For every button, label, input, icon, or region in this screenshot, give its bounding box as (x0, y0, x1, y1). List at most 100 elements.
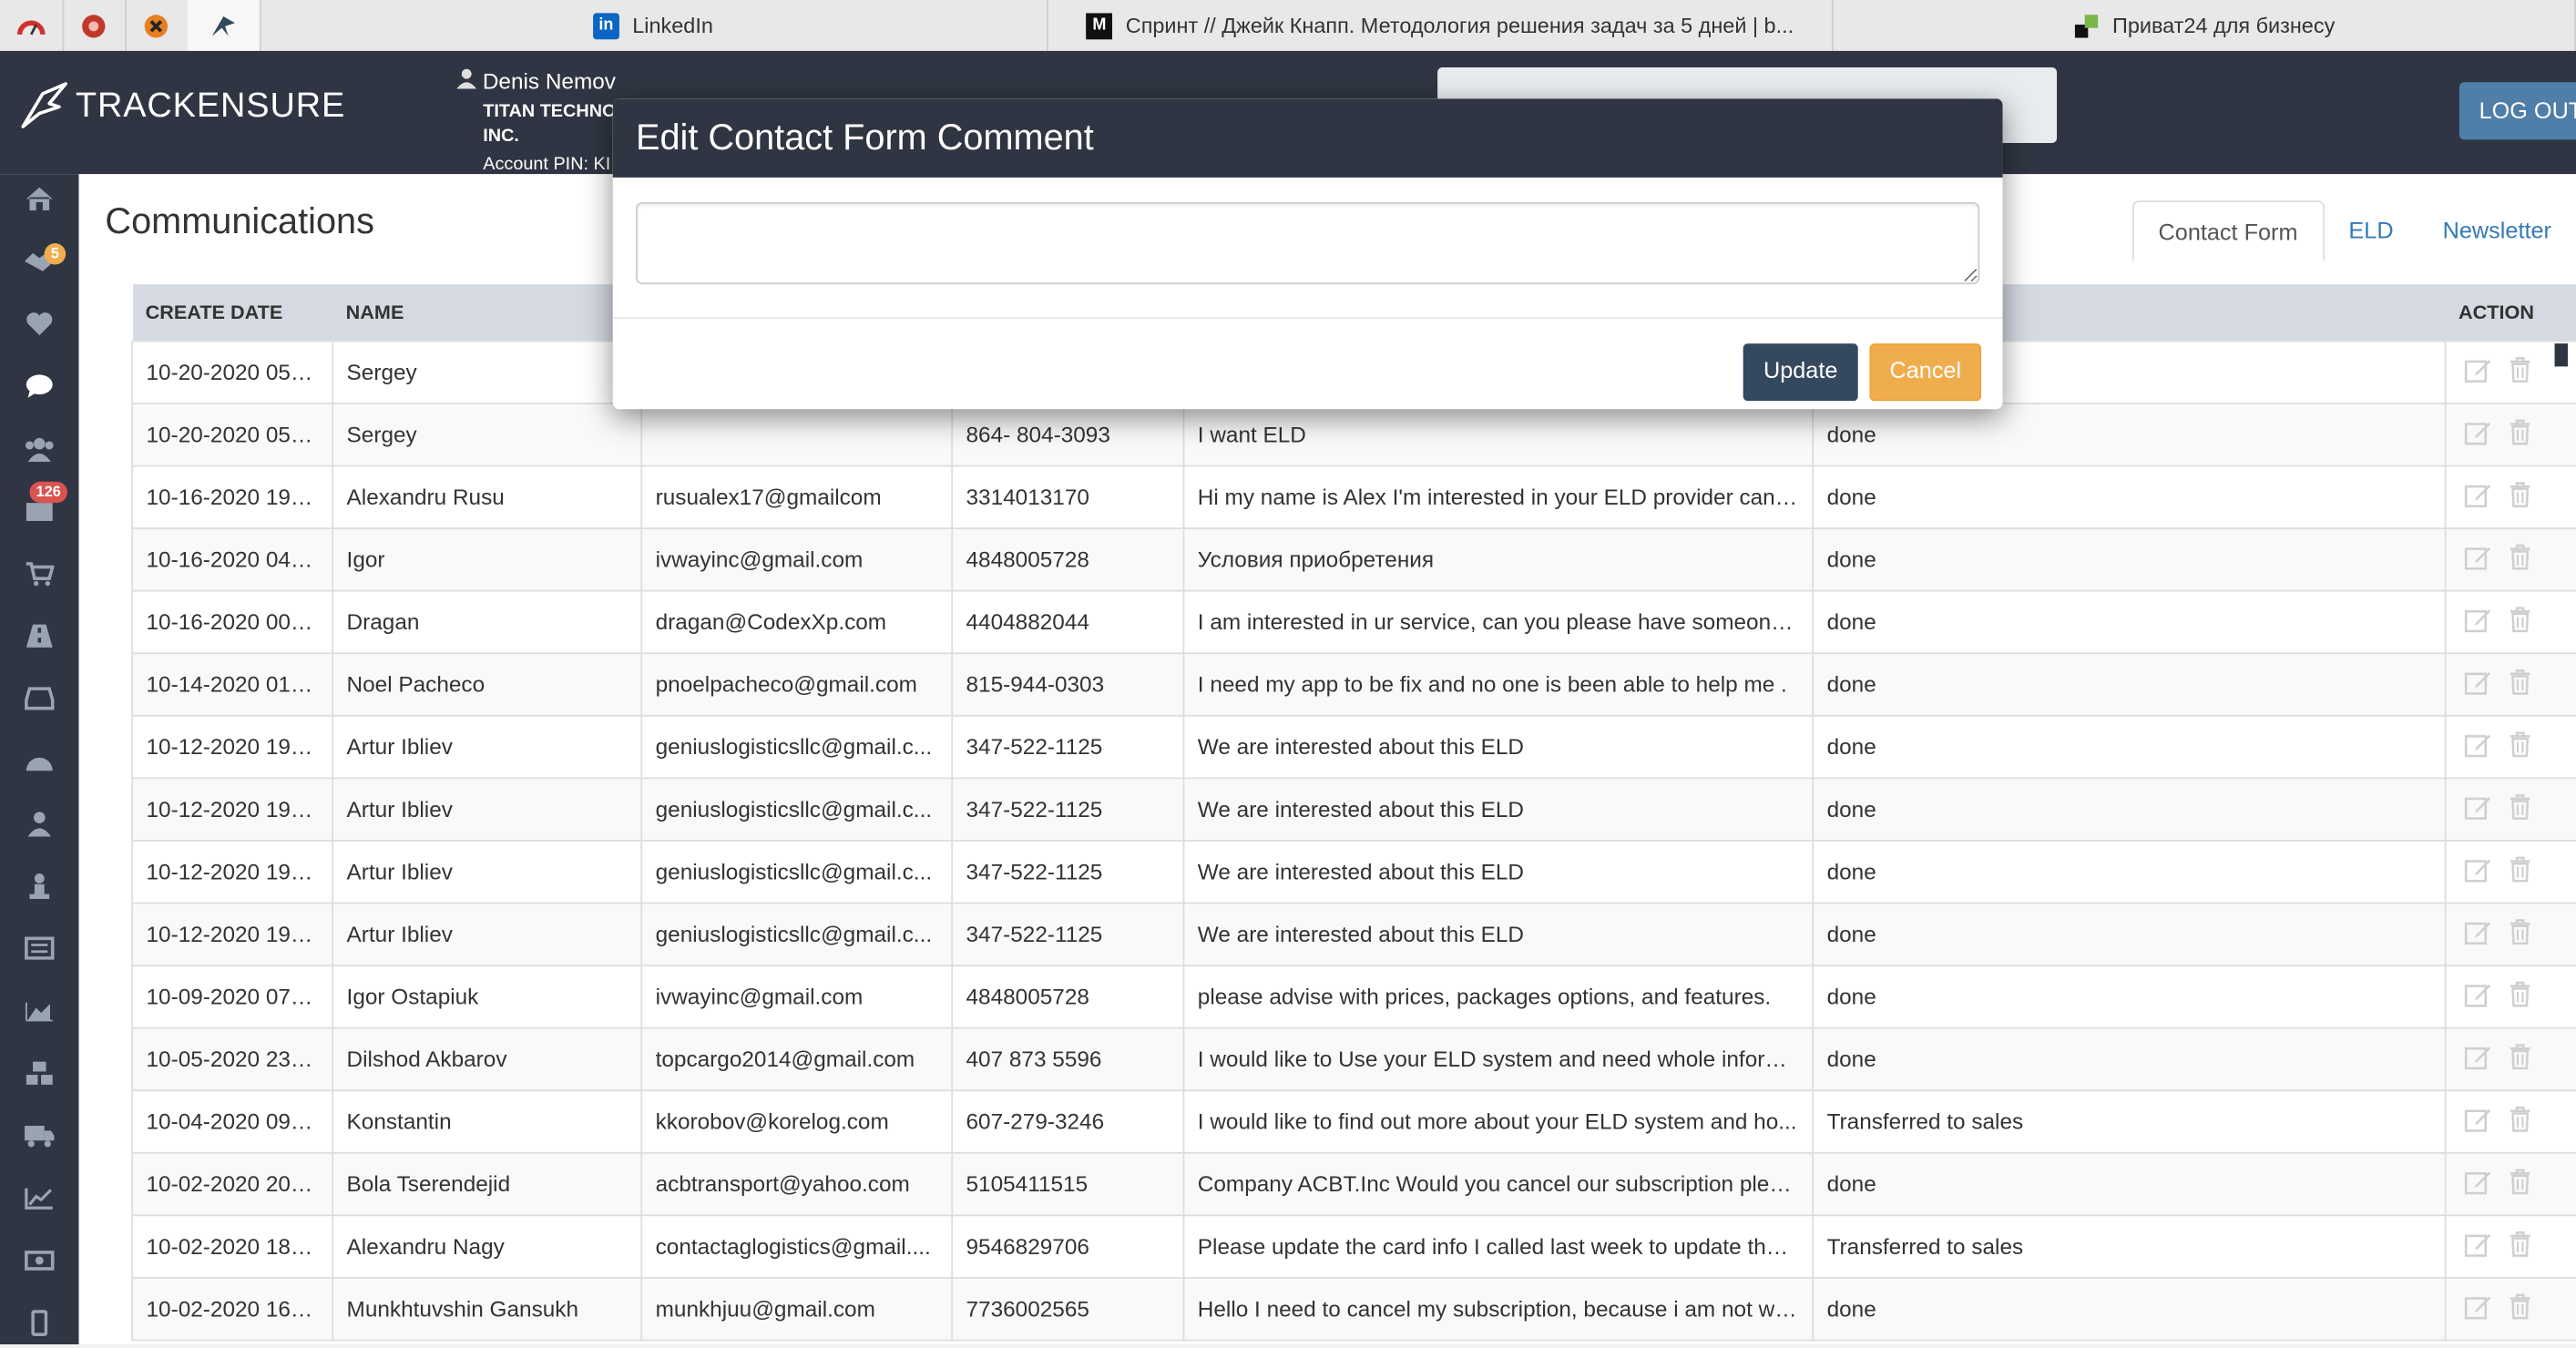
edit-icon[interactable] (2464, 981, 2492, 1012)
row-name: Igor Ostapiuk (332, 965, 643, 1029)
table-row[interactable]: 10-16-2020 00:18 Dragan dragan@CodexXp.com… (131, 589, 2576, 655)
tab-sprint[interactable]: M Спринт // Джейк Кнапп. Методология реш… (1048, 0, 1834, 51)
table-row[interactable]: 10-02-2020 16:07 Munkhtuvshin Gansukh munk… (131, 1277, 2576, 1342)
sidebar-item-reports[interactable] (0, 986, 79, 1036)
pinned-tab-red[interactable] (63, 0, 127, 51)
row-create-date: 10-16-2020 04:14 (131, 527, 334, 592)
col-header-create-date[interactable]: CREATE DATE (132, 284, 333, 342)
messages-badge: 126 (29, 481, 68, 504)
table-row[interactable]: 10-12-2020 19:20 Artur Ibliev geniuslogist… (131, 777, 2576, 842)
row-status: done (1812, 403, 2447, 467)
row-email: geniuslogisticsllc@gmail.c... (640, 902, 954, 966)
edit-icon[interactable] (2464, 1231, 2492, 1261)
sidebar-item-drive[interactable] (0, 674, 79, 723)
sidebar-item-health[interactable] (0, 299, 79, 348)
table-row[interactable]: 10-12-2020 19:20 Artur Ibliev geniuslogist… (131, 840, 2576, 904)
inbox-icon (26, 503, 53, 521)
sidebar-item-trucks[interactable] (0, 1111, 79, 1160)
tab-contact-form[interactable]: Contact Form (2131, 200, 2325, 261)
comments-icon (26, 374, 53, 398)
row-phone: 3314013170 (951, 465, 1185, 530)
sidebar-item-driver[interactable] (0, 862, 79, 911)
sidebar-item-analytics[interactable] (0, 1173, 79, 1222)
tab-privat24[interactable]: Приват24 для бизнесу (1834, 0, 2576, 51)
sidebar-item-messages[interactable]: 126 (0, 481, 79, 536)
sidebar-item-communications[interactable] (0, 362, 79, 411)
edit-icon[interactable] (2464, 1169, 2492, 1200)
sidebar-item-cart[interactable] (0, 549, 79, 598)
comment-textarea[interactable] (635, 201, 1980, 285)
pinned-tab-trackensure[interactable] (187, 0, 261, 51)
trash-icon[interactable] (2509, 419, 2531, 450)
edit-icon[interactable] (2464, 1106, 2492, 1137)
row-actions (2444, 714, 2576, 780)
trash-icon[interactable] (2509, 1106, 2531, 1137)
sidebar-item-partners[interactable]: 5 (0, 237, 79, 286)
edit-icon[interactable] (2464, 1293, 2492, 1324)
sidebar-item-road[interactable] (0, 611, 79, 660)
trash-icon[interactable] (2509, 544, 2531, 575)
edit-icon[interactable] (2464, 794, 2492, 825)
medium-icon: M (1086, 12, 1113, 39)
edit-icon[interactable] (2464, 856, 2492, 887)
table-row[interactable]: 10-05-2020 23:12 Dilshod Akbarov topcargo2… (131, 1026, 2576, 1092)
edit-icon[interactable] (2464, 731, 2492, 762)
row-actions (2444, 1151, 2576, 1217)
table-row[interactable]: 10-16-2020 04:14 Igor ivwayinc@gmail.com 48… (131, 527, 2576, 592)
trash-icon[interactable] (2509, 482, 2531, 513)
edit-icon[interactable] (2464, 544, 2492, 575)
pinned-tab-orange[interactable] (125, 0, 189, 51)
trash-icon[interactable] (2509, 856, 2531, 887)
trash-icon[interactable] (2509, 669, 2531, 700)
table-row[interactable]: 10-02-2020 20:13 Bola Tserendejid acbtrans… (131, 1151, 2576, 1217)
edit-icon[interactable] (2464, 419, 2492, 450)
trash-icon[interactable] (2509, 731, 2531, 762)
sidebar-item-users[interactable] (0, 424, 79, 474)
edit-icon[interactable] (2464, 357, 2492, 388)
table-row[interactable]: 10-02-2020 18:12 Alexandru Nagy contactagl… (131, 1214, 2576, 1279)
trash-icon[interactable] (2509, 1231, 2531, 1261)
trash-icon[interactable] (2509, 1044, 2531, 1075)
trash-icon[interactable] (2509, 794, 2531, 825)
trash-icon[interactable] (2509, 919, 2531, 950)
logout-button[interactable]: LOG OUT (2458, 82, 2576, 140)
table-row[interactable]: 10-14-2020 01:58 Noel Pacheco pnoelpacheco… (131, 652, 2576, 717)
row-create-date: 10-12-2020 19:20 (131, 902, 334, 966)
trash-icon[interactable] (2509, 357, 2531, 388)
update-button[interactable]: Update (1743, 343, 1858, 402)
sidebar-item-mobile[interactable] (0, 1298, 79, 1347)
table-row[interactable]: 10-04-2020 09:00 Konstantin kkorobov@korel… (131, 1089, 2576, 1154)
table-row[interactable]: 10-09-2020 07:35 Igor Ostapiuk ivwayinc@gm… (131, 965, 2576, 1029)
row-email (640, 403, 954, 467)
table-row[interactable]: 10-20-2020 05:08 Sergey 864- 804-3093 I wan… (131, 403, 2576, 467)
sidebar-item-user[interactable] (0, 799, 79, 848)
tab-newsletter[interactable]: Newsletter (2418, 200, 2576, 261)
cancel-button[interactable]: Cancel (1869, 343, 1982, 402)
trackensure-logo[interactable]: TRACK ENSURE (20, 80, 346, 133)
edit-icon[interactable] (2464, 919, 2492, 950)
sidebar-item-home[interactable] (0, 174, 79, 223)
sidebar-item-billing[interactable] (0, 1236, 79, 1285)
table-scrollbar[interactable] (2554, 343, 2568, 367)
sidebar-item-dashboard[interactable] (0, 736, 79, 785)
row-message: We are interested about this ELD (1182, 714, 1814, 780)
col-header-name[interactable]: NAME (332, 284, 642, 342)
user-icon (27, 812, 51, 837)
trash-icon[interactable] (2509, 1293, 2531, 1324)
edit-icon[interactable] (2464, 607, 2492, 638)
sidebar-item-inventory[interactable] (0, 1048, 79, 1098)
edit-icon[interactable] (2464, 1044, 2492, 1075)
tab-linkedin[interactable]: in LinkedIn (260, 0, 1048, 51)
trash-icon[interactable] (2509, 607, 2531, 638)
edit-icon[interactable] (2464, 669, 2492, 700)
sidebar-item-list[interactable] (0, 924, 79, 973)
edit-icon[interactable] (2464, 482, 2492, 513)
trash-icon[interactable] (2509, 981, 2531, 1012)
table-row[interactable]: 10-12-2020 19:20 Artur Ibliev geniuslogist… (131, 714, 2576, 780)
table-row[interactable]: 10-12-2020 19:20 Artur Ibliev geniuslogist… (131, 902, 2576, 966)
tab-eld[interactable]: ELD (2324, 200, 2418, 261)
trash-icon[interactable] (2509, 1169, 2531, 1200)
pinned-tab-gauge[interactable] (0, 0, 65, 51)
table-row[interactable]: 10-16-2020 19:13 Alexandru Rusu rusualex17… (131, 465, 2576, 530)
row-name: Alexandru Nagy (332, 1214, 643, 1279)
